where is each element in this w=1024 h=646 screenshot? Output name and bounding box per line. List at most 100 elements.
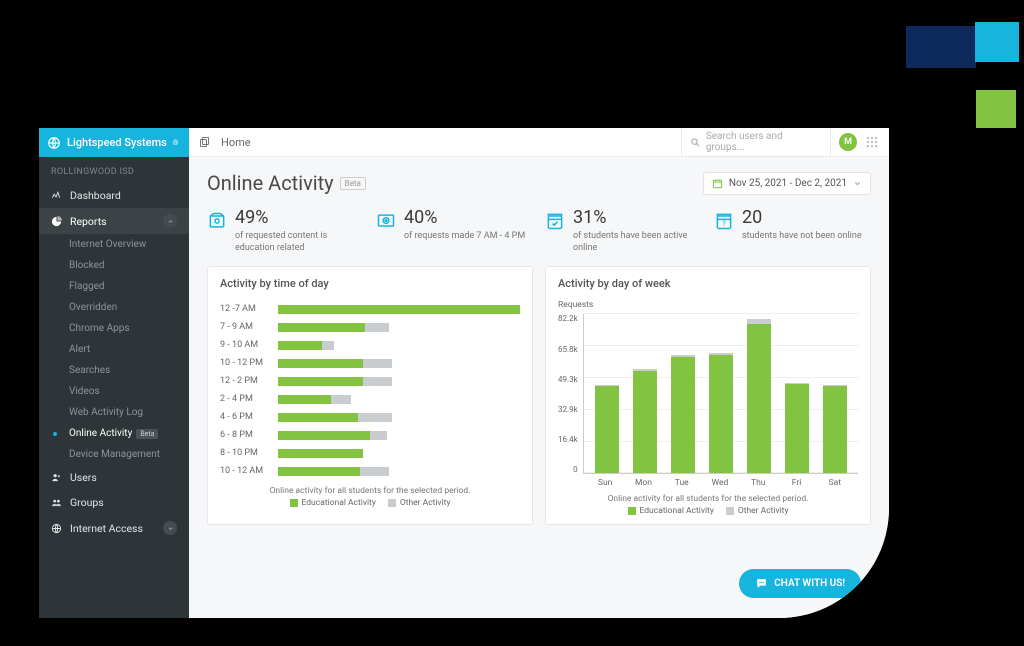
sidebar-item-groups[interactable]: Groups	[39, 490, 189, 515]
chart-bar	[747, 319, 771, 473]
main-content: Online Activity Beta Nov 25, 2021 - Dec …	[189, 157, 889, 618]
y-tick: 49.3k	[558, 375, 578, 384]
time-label: 10 - 12 PM	[220, 358, 272, 368]
legend: Educational Activity Other Activity	[558, 506, 858, 516]
time-label: 4 - 6 PM	[220, 412, 272, 422]
sidebar-sub-blocked[interactable]: Blocked	[39, 255, 189, 276]
sidebar-sub-internet-overview[interactable]: Internet Overview	[39, 234, 189, 255]
sidebar-item-reports[interactable]: Reports	[39, 208, 189, 234]
chart-bar	[709, 353, 733, 473]
y-tick: 65.8k	[558, 345, 578, 354]
stat-value: 40%	[404, 209, 525, 227]
time-label: 9 - 10 AM	[220, 340, 272, 350]
app-window: Lightspeed Systems® Home Search users an…	[39, 128, 889, 618]
x-tick: Fri	[785, 478, 809, 488]
card-time-of-day: Activity by time of day 12 -7 AM 7 - 9 A…	[207, 266, 533, 525]
chart-bar	[633, 369, 657, 473]
y-axis-label: Requests	[558, 300, 858, 310]
stat-text: of students have been active online	[573, 231, 702, 254]
card-title: Activity by day of week	[558, 277, 858, 290]
unknown-icon: ?	[714, 211, 734, 231]
chart-row: 7 - 9 AM	[220, 318, 520, 336]
sidebar-sub-alert[interactable]: Alert	[39, 339, 189, 360]
x-tick: Wed	[708, 478, 732, 488]
sidebar: ROLLINGWOOD ISD Dashboard Reports Intern…	[39, 157, 189, 618]
stats-row: 49% of requested content is education re…	[207, 209, 871, 254]
time-label: 8 - 10 PM	[220, 448, 272, 458]
users-icon	[51, 472, 62, 483]
chart-row: 10 - 12 AM	[220, 462, 520, 480]
x-tick: Sat	[823, 478, 847, 488]
education-icon	[207, 211, 227, 231]
chart-row: 2 - 4 PM	[220, 390, 520, 408]
chevron-down-icon	[163, 521, 177, 535]
chart-note: Online activity for all students for the…	[220, 486, 520, 496]
avatar[interactable]: M	[839, 133, 857, 151]
decorative-block-navy	[906, 26, 976, 68]
stat-card: 31% of students have been active online	[545, 209, 702, 254]
y-tick: 32.9k	[558, 405, 578, 414]
groups-icon	[51, 497, 62, 508]
chart-bar	[785, 383, 809, 474]
sidebar-sub-searches[interactable]: Searches	[39, 360, 189, 381]
decorative-block-green	[976, 90, 1016, 128]
chart-bar	[823, 385, 847, 473]
org-name: ROLLINGWOOD ISD	[39, 157, 189, 183]
chevron-down-icon	[853, 179, 862, 188]
brand[interactable]: Lightspeed Systems®	[39, 128, 189, 157]
date-range-text: Nov 25, 2021 - Dec 2, 2021	[729, 178, 847, 189]
brand-text: Lightspeed Systems	[67, 136, 167, 149]
time-label: 12 - 2 PM	[220, 376, 272, 386]
topbar-right: Search users and groups... M	[681, 128, 889, 157]
stat-card: 49% of requested content is education re…	[207, 209, 364, 254]
stat-text: of requested content is education relate…	[235, 231, 364, 254]
x-tick: Thu	[746, 478, 770, 488]
pages-icon	[199, 136, 211, 148]
beta-badge: Beta	[340, 177, 366, 190]
chart-row: 12 -7 AM	[220, 300, 520, 318]
breadcrumb-bar: Home	[189, 128, 681, 157]
stat-value: 31%	[573, 209, 702, 227]
chevron-up-icon	[163, 214, 177, 228]
chart-row: 10 - 12 PM	[220, 354, 520, 372]
clock-icon	[376, 211, 396, 231]
time-label: 2 - 4 PM	[220, 394, 272, 404]
chat-button[interactable]: CHAT WITH US!	[739, 569, 861, 598]
sidebar-sub-web-activity-log[interactable]: Web Activity Log	[39, 402, 189, 423]
dashboard-icon	[51, 190, 62, 201]
y-tick: 16.4k	[558, 435, 578, 444]
page-title: Online Activity Beta	[207, 171, 366, 195]
search-input[interactable]: Search users and groups...	[681, 128, 831, 157]
y-tick: 0	[573, 465, 578, 474]
breadcrumb-home[interactable]: Home	[221, 136, 251, 149]
date-range-picker[interactable]: Nov 25, 2021 - Dec 2, 2021	[703, 172, 871, 195]
sidebar-item-users[interactable]: Users	[39, 465, 189, 490]
stat-text: students have not been online	[742, 231, 862, 243]
globe-icon	[51, 523, 62, 534]
time-label: 10 - 12 AM	[220, 466, 272, 476]
calendar-icon	[712, 178, 723, 189]
time-label: 12 -7 AM	[220, 304, 272, 314]
sidebar-sub-videos[interactable]: Videos	[39, 381, 189, 402]
sidebar-sub-chrome-apps[interactable]: Chrome Apps	[39, 318, 189, 339]
sidebar-sub-overridden[interactable]: Overridden	[39, 297, 189, 318]
sidebar-item-dashboard[interactable]: Dashboard	[39, 183, 189, 208]
x-tick: Sun	[593, 478, 617, 488]
sidebar-sub-flagged[interactable]: Flagged	[39, 276, 189, 297]
sidebar-sub-device-management[interactable]: Device Management	[39, 444, 189, 465]
chart-row: 12 - 2 PM	[220, 372, 520, 390]
chat-icon	[755, 577, 768, 590]
chart-bar	[595, 385, 619, 473]
sidebar-sub-online-activity[interactable]: Online ActivityBeta	[39, 423, 189, 444]
card-title: Activity by time of day	[220, 277, 520, 290]
y-tick: 82.2k	[558, 314, 578, 323]
search-icon	[690, 137, 701, 148]
topbar: Lightspeed Systems® Home Search users an…	[39, 128, 889, 157]
apps-grid-icon[interactable]	[865, 135, 879, 149]
legend: Educational Activity Other Activity	[220, 498, 520, 508]
sidebar-item-internet-access[interactable]: Internet Access	[39, 515, 189, 541]
svg-text:?: ?	[722, 219, 726, 228]
x-tick: Mon	[631, 478, 655, 488]
chart-bar	[671, 355, 695, 473]
stat-value: 49%	[235, 209, 364, 227]
